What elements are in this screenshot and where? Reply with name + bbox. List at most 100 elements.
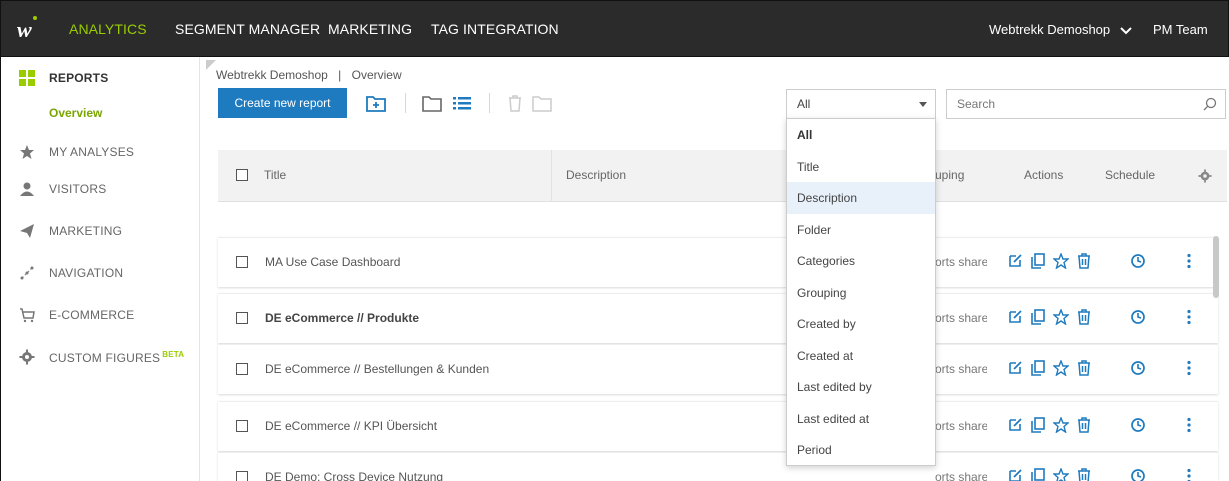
sidebar-item-marketing[interactable]: MARKETING xyxy=(1,216,201,246)
row-grouping: orts share xyxy=(935,470,987,481)
row-checkbox[interactable] xyxy=(236,363,248,375)
select-all-checkbox[interactable] xyxy=(236,169,248,181)
dropdown-option-title[interactable]: Title xyxy=(787,151,935,183)
clock-icon[interactable] xyxy=(1130,253,1146,269)
copy-icon[interactable] xyxy=(1030,417,1046,433)
copy-icon[interactable] xyxy=(1030,253,1046,269)
row-checkbox[interactable] xyxy=(236,471,248,481)
star-icon[interactable] xyxy=(1053,309,1069,325)
row-title[interactable]: MA Use Case Dashboard xyxy=(265,255,400,269)
trash-icon xyxy=(509,95,521,112)
row-checkbox[interactable] xyxy=(236,420,248,432)
sidebar-item-custom-figures[interactable]: CUSTOM FIGURES BETA xyxy=(1,342,201,372)
column-header-schedule[interactable]: Schedule xyxy=(1105,168,1155,182)
dropdown-option-folder[interactable]: Folder xyxy=(787,214,935,246)
more-options-icon[interactable] xyxy=(1186,360,1192,376)
star-icon[interactable] xyxy=(1053,360,1069,376)
clock-icon[interactable] xyxy=(1130,468,1146,481)
star-icon[interactable] xyxy=(1053,468,1069,481)
more-options-icon[interactable] xyxy=(1186,468,1192,481)
table-row[interactable]: DE Demo: Cross Device Nutzung orts share xyxy=(218,452,1218,481)
nav-segment-manager[interactable]: SEGMENT MANAGER xyxy=(175,1,320,58)
row-checkbox[interactable] xyxy=(236,256,248,268)
dropdown-option-description[interactable]: Description xyxy=(787,182,935,214)
edit-icon[interactable] xyxy=(1007,417,1023,433)
breadcrumb-corner-decoration xyxy=(206,60,216,70)
nav-analytics[interactable]: ANALYTICS xyxy=(69,1,147,58)
dropdown-option-last-edited-by[interactable]: Last edited by xyxy=(787,371,935,403)
trash-icon[interactable] xyxy=(1076,468,1092,481)
list-view-icon[interactable] xyxy=(452,94,472,112)
sidebar-item-label: VISITORS xyxy=(49,182,107,196)
edit-icon[interactable] xyxy=(1007,360,1023,376)
table-row[interactable]: MA Use Case Dashboard orts share xyxy=(218,237,1218,287)
search-field-select[interactable]: All xyxy=(786,89,936,119)
trash-icon[interactable] xyxy=(1076,417,1092,433)
shopping-cart-icon xyxy=(20,308,35,323)
folder-view-icon[interactable] xyxy=(422,94,442,112)
svg-text:w: w xyxy=(17,17,32,41)
dropdown-option-categories[interactable]: Categories xyxy=(787,245,935,277)
dropdown-option-all[interactable]: All xyxy=(787,119,935,151)
column-header-description[interactable]: Description xyxy=(566,168,626,182)
table-header: Title Description uping Actions Schedule xyxy=(218,150,1227,202)
webtrekk-logo-icon[interactable]: w xyxy=(17,15,39,41)
edit-icon[interactable] xyxy=(1007,468,1023,481)
more-options-icon[interactable] xyxy=(1186,253,1192,269)
trash-icon[interactable] xyxy=(1076,253,1092,269)
dropdown-option-last-edited-at[interactable]: Last edited at xyxy=(787,403,935,435)
sidebar-item-label: E-COMMERCE xyxy=(49,308,135,322)
edit-icon[interactable] xyxy=(1007,253,1023,269)
more-options-icon[interactable] xyxy=(1186,417,1192,433)
scrollbar-thumb[interactable] xyxy=(1213,236,1219,298)
row-grouping: orts share xyxy=(935,419,987,433)
clock-icon[interactable] xyxy=(1130,360,1146,376)
breadcrumb-account[interactable]: Webtrekk Demoshop xyxy=(216,68,328,82)
sidebar-item-e-commerce[interactable]: E-COMMERCE xyxy=(1,300,201,330)
star-icon[interactable] xyxy=(1053,253,1069,269)
trash-icon[interactable] xyxy=(1076,360,1092,376)
row-title[interactable]: DE eCommerce // Produkte xyxy=(265,311,419,325)
dropdown-option-created-by[interactable]: Created by xyxy=(787,308,935,340)
dropdown-option-created-at[interactable]: Created at xyxy=(787,340,935,372)
copy-icon[interactable] xyxy=(1030,360,1046,376)
row-title[interactable]: DE eCommerce // Bestellungen & Kunden xyxy=(265,362,489,376)
team-switcher[interactable]: PM Team xyxy=(1153,1,1228,91)
column-header-actions: Actions xyxy=(1024,168,1064,182)
search-input[interactable]: Search xyxy=(946,89,1226,119)
row-grouping: orts share xyxy=(935,311,987,325)
star-icon[interactable] xyxy=(1053,417,1069,433)
dropdown-option-grouping[interactable]: Grouping xyxy=(787,277,935,309)
trash-icon[interactable] xyxy=(1076,309,1092,325)
create-new-report-button[interactable]: Create new report xyxy=(218,88,347,118)
copy-icon[interactable] xyxy=(1030,468,1046,481)
row-checkbox[interactable] xyxy=(236,312,248,324)
sidebar-item-label: NAVIGATION xyxy=(49,266,124,280)
row-grouping: orts share xyxy=(935,362,987,376)
sidebar-item-reports[interactable]: REPORTS xyxy=(1,63,201,93)
dropdown-option-period[interactable]: Period xyxy=(787,434,935,466)
sidebar-subitem-overview[interactable]: Overview xyxy=(49,106,102,120)
nav-marketing[interactable]: MARKETING xyxy=(328,1,412,58)
sidebar-item-visitors[interactable]: VISITORS xyxy=(1,174,201,204)
table-row[interactable]: DE eCommerce // KPI Übersicht orts share xyxy=(218,401,1218,451)
column-header-title[interactable]: Title xyxy=(264,168,286,182)
search-icon[interactable] xyxy=(1203,97,1217,111)
sidebar-item-my-analyses[interactable]: MY ANALYSES xyxy=(1,137,201,167)
copy-icon[interactable] xyxy=(1030,309,1046,325)
edit-icon[interactable] xyxy=(1007,309,1023,325)
clock-icon[interactable] xyxy=(1130,417,1146,433)
star-icon xyxy=(20,145,34,159)
settings-gear-icon[interactable] xyxy=(1198,169,1212,183)
table-row[interactable]: DE eCommerce // Bestellungen & Kunden or… xyxy=(218,344,1218,394)
row-title[interactable]: DE Demo: Cross Device Nutzung xyxy=(265,470,443,481)
row-title[interactable]: DE eCommerce // KPI Übersicht xyxy=(265,419,437,433)
nav-tag-integration[interactable]: TAG INTEGRATION xyxy=(431,1,559,58)
more-options-icon[interactable] xyxy=(1186,309,1192,325)
table-row[interactable]: DE eCommerce // Produkte orts share xyxy=(218,293,1218,343)
clock-icon[interactable] xyxy=(1130,309,1146,325)
account-switcher[interactable]: Webtrekk Demoshop xyxy=(989,1,1132,58)
sidebar-item-navigation[interactable]: NAVIGATION xyxy=(1,258,201,288)
column-header-grouping[interactable]: uping xyxy=(935,168,964,182)
new-folder-icon[interactable] xyxy=(366,94,386,112)
